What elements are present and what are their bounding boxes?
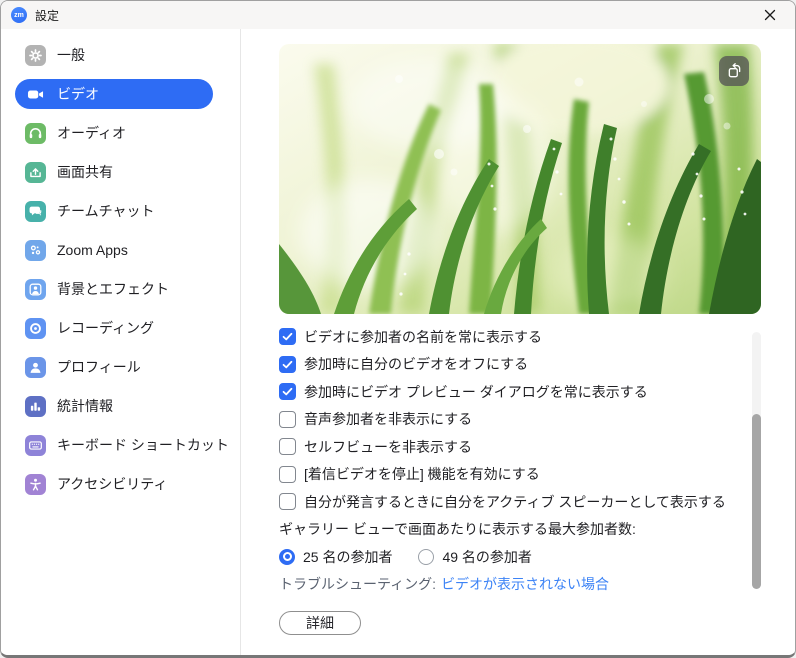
gallery-participants-radio-row: 25 名の参加者 49 名の参加者 <box>279 543 795 571</box>
option-row-hide-self-view: セルフビューを非表示する <box>279 433 795 461</box>
check-icon <box>282 332 293 341</box>
checkbox-label: 音声参加者を非表示にする <box>304 409 472 429</box>
video-options-list: ビデオに参加者の名前を常に表示する 参加時に自分のビデオをオフにする 参加時にビ… <box>279 323 795 635</box>
option-row-stop-incoming-video: [着信ビデオを停止] 機能を有効にする <box>279 461 795 489</box>
profile-icon <box>25 357 46 378</box>
sidebar-item-keyboard-shortcuts[interactable]: キーボード ショートカット <box>15 430 213 460</box>
zoom-app-icon-label: zm <box>14 12 24 19</box>
sidebar-item-label: アクセシビリティ <box>57 474 167 494</box>
sidebar-item-label: Zoom Apps <box>57 242 128 258</box>
checkbox-label: 参加時に自分のビデオをオフにする <box>304 354 528 374</box>
radio-label: 25 名の参加者 <box>303 547 392 567</box>
sidebar-item-accessibility[interactable]: アクセシビリティ <box>15 469 213 499</box>
checkbox-active-speaker-self[interactable] <box>279 493 296 510</box>
camera-preview <box>279 44 761 314</box>
checkbox-video-off-on-join[interactable] <box>279 356 296 373</box>
sidebar-item-general[interactable]: 一般 <box>15 40 213 70</box>
sidebar-item-audio[interactable]: オーディオ <box>15 118 213 148</box>
keyboard-icon <box>25 435 46 456</box>
checkbox-hide-self-view[interactable] <box>279 438 296 455</box>
window-title: 設定 <box>35 7 59 24</box>
close-button[interactable] <box>753 1 787 29</box>
sidebar-item-screen-share[interactable]: 画面共有 <box>15 157 213 187</box>
sidebar-item-label: キーボード ショートカット <box>57 435 229 455</box>
option-row-hide-audio-participants: 音声参加者を非表示にする <box>279 406 795 434</box>
sidebar-item-label: レコーディング <box>57 318 154 338</box>
grass-preview-image <box>279 44 761 314</box>
accessibility-icon <box>25 474 46 495</box>
apps-icon <box>25 240 46 261</box>
check-icon <box>282 387 293 396</box>
rotate-icon <box>725 62 744 81</box>
radio-group-25: 25 名の参加者 <box>279 547 392 567</box>
sidebar-item-label: 背景とエフェクト <box>57 279 169 299</box>
sidebar-item-video[interactable]: ビデオ <box>15 79 213 109</box>
scrollbar-thumb[interactable] <box>752 414 761 589</box>
sidebar-item-recording[interactable]: レコーディング <box>15 313 213 343</box>
checkbox-label: セルフビューを非表示する <box>304 437 472 457</box>
sidebar-item-label: 統計情報 <box>57 396 113 416</box>
checkbox-stop-incoming-video[interactable] <box>279 466 296 483</box>
checkbox-label: [着信ビデオを停止] 機能を有効にする <box>304 464 540 484</box>
video-settings-panel: ビデオに参加者の名前を常に表示する 参加時に自分のビデオをオフにする 参加時にビ… <box>241 29 795 655</box>
check-icon <box>282 360 293 369</box>
sidebar-item-label: プロフィール <box>57 357 141 377</box>
video-not-showing-link[interactable]: ビデオが表示されない場合 <box>441 574 609 594</box>
checkbox-show-names[interactable] <box>279 328 296 345</box>
option-row-video-off-on-join: 参加時に自分のビデオをオフにする <box>279 351 795 379</box>
sidebar-item-background-effects[interactable]: 背景とエフェクト <box>15 274 213 304</box>
radio-25-participants[interactable] <box>279 549 295 565</box>
settings-sidebar: 一般 ビデオ オーディオ 画面共有 <box>1 29 241 655</box>
radio-label: 49 名の参加者 <box>442 547 531 567</box>
gallery-max-participants-label: ギャラリー ビューで画面あたりに表示する最大参加者数: <box>279 519 636 539</box>
screen-share-icon <box>25 162 46 183</box>
checkbox-label: 自分が発言するときに自分をアクティブ スピーカーとして表示する <box>304 492 726 512</box>
option-row-active-speaker-self: 自分が発言するときに自分をアクティブ スピーカーとして表示する <box>279 488 795 516</box>
settings-window: zm 設定 一般 ビデオ <box>0 0 796 658</box>
advanced-button[interactable]: 詳細 <box>279 611 361 635</box>
sidebar-item-team-chat[interactable]: チームチャット <box>15 196 213 226</box>
option-row-show-names: ビデオに参加者の名前を常に表示する <box>279 323 795 351</box>
sidebar-item-label: 一般 <box>57 45 85 65</box>
option-row-preview-dialog: 参加時にビデオ プレビュー ダイアログを常に表示する <box>279 378 795 406</box>
record-icon <box>25 318 46 339</box>
sidebar-item-label: チームチャット <box>57 201 154 221</box>
gear-icon <box>25 45 46 66</box>
background-icon <box>25 279 46 300</box>
chat-icon <box>25 201 46 222</box>
sidebar-item-label: オーディオ <box>57 123 126 143</box>
sidebar-item-profile[interactable]: プロフィール <box>15 352 213 382</box>
video-camera-icon <box>25 84 46 105</box>
checkbox-preview-dialog[interactable] <box>279 383 296 400</box>
zoom-app-icon: zm <box>11 7 27 23</box>
gallery-max-participants-label-row: ギャラリー ビューで画面あたりに表示する最大参加者数: <box>279 516 795 544</box>
radio-49-participants[interactable] <box>418 549 434 565</box>
rotate-preview-button[interactable] <box>719 56 749 86</box>
title-bar: zm 設定 <box>1 1 795 29</box>
scrollbar-track[interactable] <box>752 332 761 589</box>
sidebar-item-statistics[interactable]: 統計情報 <box>15 391 213 421</box>
checkbox-label: 参加時にビデオ プレビュー ダイアログを常に表示する <box>304 382 648 402</box>
close-icon <box>764 9 776 21</box>
headset-icon <box>25 123 46 144</box>
checkbox-hide-audio-participants[interactable] <box>279 411 296 428</box>
troubleshooting-row: トラブルシューティング: ビデオが表示されない場合 <box>279 571 795 599</box>
sidebar-item-label: ビデオ <box>57 84 99 104</box>
radio-group-49: 49 名の参加者 <box>418 547 531 567</box>
sidebar-item-label: 画面共有 <box>57 162 113 182</box>
stats-icon <box>25 396 46 417</box>
troubleshooting-label: トラブルシューティング: <box>279 574 436 594</box>
checkbox-label: ビデオに参加者の名前を常に表示する <box>304 327 542 347</box>
sidebar-item-zoom-apps[interactable]: Zoom Apps <box>15 235 213 265</box>
